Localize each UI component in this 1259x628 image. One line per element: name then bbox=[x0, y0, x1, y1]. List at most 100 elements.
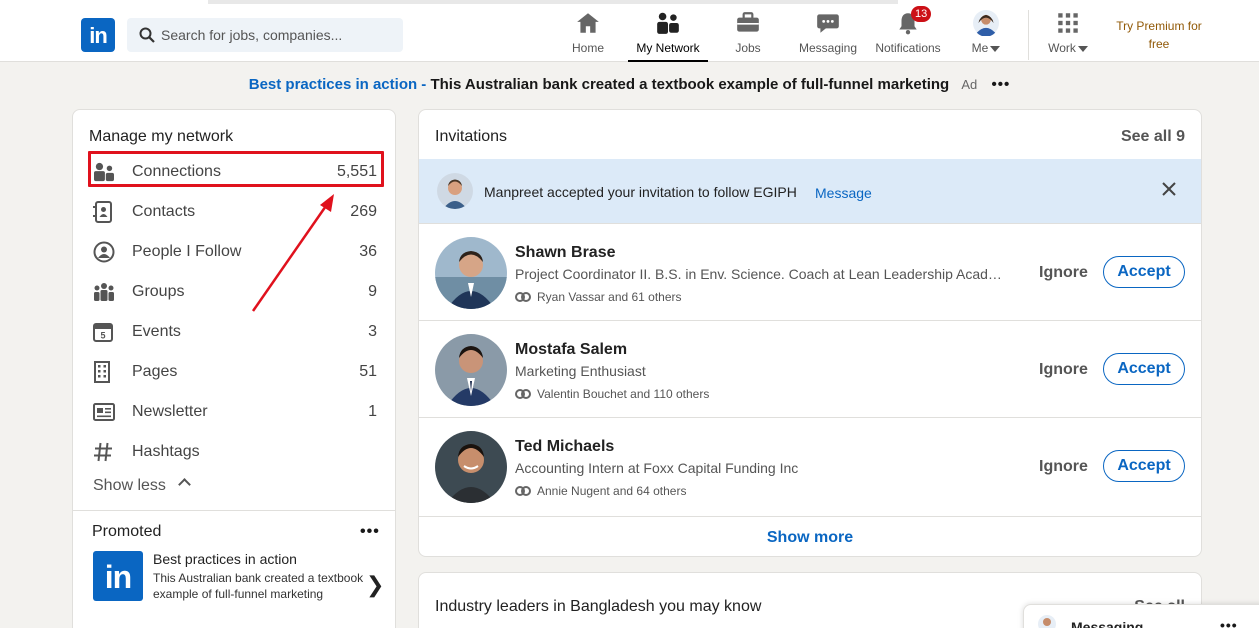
connections-icon bbox=[94, 162, 114, 182]
ignore-button[interactable]: Ignore bbox=[1039, 458, 1088, 476]
mutual-connections[interactable]: Annie Nugent and 64 others bbox=[515, 484, 686, 498]
notifications-bell: 13 bbox=[895, 6, 932, 36]
ignore-button[interactable]: Ignore bbox=[1039, 361, 1088, 379]
promoted-more-icon[interactable]: ••• bbox=[360, 523, 380, 541]
show-less-label: Show less bbox=[93, 477, 166, 494]
person-headline: Accounting Intern at Foxx Capital Fundin… bbox=[515, 460, 799, 476]
nav-messaging-label: Messaging bbox=[798, 41, 858, 55]
manage-network-title: Manage my network bbox=[89, 128, 234, 145]
mutual-connections-label: Valentin Bouchet and 110 others bbox=[537, 387, 710, 401]
home-icon bbox=[577, 13, 599, 33]
nav-notifications[interactable]: 13 Notifications bbox=[872, 6, 944, 62]
invitations-title: Invitations bbox=[435, 128, 508, 145]
see-all-invitations-link[interactable]: See all 9 bbox=[1121, 128, 1185, 146]
nav-me-label: Me bbox=[971, 41, 989, 55]
avatar[interactable] bbox=[435, 431, 507, 503]
messaging-icon bbox=[817, 14, 839, 33]
person-headline: Marketing Enthusiast bbox=[515, 363, 646, 379]
industry-leaders-title: Industry leaders in Bangladesh you may k… bbox=[435, 598, 762, 615]
try-premium-link[interactable]: Try Premium for free bbox=[1108, 17, 1210, 53]
network-item-hashtags[interactable]: Hashtags bbox=[89, 434, 383, 470]
network-item-count: 51 bbox=[359, 363, 377, 380]
network-item-count: 269 bbox=[350, 203, 377, 220]
accept-button[interactable]: Accept bbox=[1103, 353, 1185, 385]
ad-text[interactable]: This Australian bank created a textbook … bbox=[430, 76, 949, 93]
messaging-overlay-bar[interactable]: Messaging ••• bbox=[1023, 604, 1259, 628]
nav-me[interactable]: Me bbox=[968, 10, 1004, 62]
mutual-connections-icon bbox=[515, 292, 531, 302]
ad-link[interactable]: Best practices in action - bbox=[249, 76, 427, 93]
network-item-label: Pages bbox=[132, 363, 178, 380]
chevron-right-icon[interactable]: ❯ bbox=[366, 572, 384, 598]
invitation-row: Shawn Brase Project Coordinator II. B.S.… bbox=[419, 223, 1201, 320]
linkedin-logo-icon[interactable]: in bbox=[81, 18, 115, 52]
network-item-count: 3 bbox=[368, 323, 377, 340]
nav-jobs-label: Jobs bbox=[735, 41, 761, 55]
network-item-count: 36 bbox=[359, 243, 377, 260]
mutual-connections[interactable]: Valentin Bouchet and 110 others bbox=[515, 387, 709, 401]
top-ad-banner: Best practices in action - This Australi… bbox=[0, 76, 1259, 93]
nav-my-network[interactable]: My Network bbox=[628, 10, 708, 62]
network-item-count: 5,551 bbox=[336, 163, 377, 180]
promoted-ad-desc[interactable]: This Australian bank created a textbook … bbox=[153, 570, 368, 602]
card-divider bbox=[73, 510, 395, 511]
avatar[interactable] bbox=[435, 237, 507, 309]
show-less-button[interactable]: Show less bbox=[93, 477, 191, 495]
contacts-icon bbox=[93, 201, 112, 223]
nav-my-network-label: My Network bbox=[636, 41, 700, 55]
invitations-card: Invitations See all 9 Manpreet accepted … bbox=[418, 109, 1202, 557]
search-input[interactable] bbox=[161, 18, 397, 52]
network-item-label: Events bbox=[132, 323, 181, 340]
notice-text: Manpreet accepted your invitation to fol… bbox=[484, 184, 797, 200]
nav-jobs[interactable]: Jobs bbox=[728, 10, 768, 62]
person-name[interactable]: Shawn Brase bbox=[515, 244, 615, 262]
global-nav: in Home My Network Jobs Messaging 13 Not… bbox=[0, 0, 1259, 62]
grid-apps-icon bbox=[1058, 13, 1078, 33]
search-icon bbox=[139, 27, 155, 43]
chevron-up-icon bbox=[178, 478, 191, 491]
avatar bbox=[1038, 615, 1056, 628]
promoted-ad-title[interactable]: Best practices in action bbox=[153, 551, 297, 567]
accept-button[interactable]: Accept bbox=[1103, 256, 1185, 288]
network-item-label: Connections bbox=[132, 163, 221, 180]
person-name[interactable]: Ted Michaels bbox=[515, 438, 614, 456]
network-item-newsletter[interactable]: Newsletter 1 bbox=[89, 394, 383, 430]
notice-message-link[interactable]: Message bbox=[815, 185, 872, 201]
network-item-pages[interactable]: Pages 51 bbox=[89, 354, 383, 390]
nav-messaging[interactable]: Messaging bbox=[798, 10, 858, 62]
search-box[interactable] bbox=[127, 18, 403, 52]
avatar-photo-icon bbox=[435, 431, 507, 503]
invitation-row: Ted Michaels Accounting Intern at Foxx C… bbox=[419, 417, 1201, 514]
avatar-icon bbox=[1038, 615, 1056, 628]
mutual-connections-label: Ryan Vassar and 61 others bbox=[537, 290, 682, 304]
nav-work-label-wrap: Work bbox=[1044, 41, 1092, 55]
me-caret-icon bbox=[990, 45, 1001, 52]
events-icon: 5 bbox=[93, 323, 113, 342]
messaging-more-icon[interactable]: ••• bbox=[1220, 617, 1238, 628]
mutual-connections[interactable]: Ryan Vassar and 61 others bbox=[515, 290, 682, 304]
avatar[interactable] bbox=[435, 334, 507, 406]
person-name[interactable]: Mostafa Salem bbox=[515, 341, 627, 359]
nav-home[interactable]: Home bbox=[568, 10, 608, 62]
nav-me-label-wrap: Me bbox=[968, 41, 1004, 55]
nav-work-label: Work bbox=[1048, 41, 1076, 55]
network-item-label: Newsletter bbox=[132, 403, 208, 420]
person-headline: Project Coordinator II. B.S. in Env. Sci… bbox=[515, 266, 1005, 282]
ad-more-icon[interactable]: ••• bbox=[991, 76, 1010, 93]
messaging-bar-title: Messaging bbox=[1071, 619, 1144, 628]
events-icon-day: 5 bbox=[100, 331, 105, 341]
mutual-connections-icon bbox=[515, 486, 531, 496]
promoted-logo-icon[interactable]: in bbox=[93, 551, 143, 601]
avatar-icon bbox=[973, 10, 999, 36]
avatar[interactable] bbox=[437, 173, 473, 209]
avatar-photo-icon bbox=[435, 334, 507, 406]
nav-work[interactable]: Work bbox=[1044, 10, 1092, 62]
accept-button[interactable]: Accept bbox=[1103, 450, 1185, 482]
invitation-row: Mostafa Salem Marketing Enthusiast Valen… bbox=[419, 320, 1201, 417]
nav-divider bbox=[1028, 10, 1029, 60]
ad-tag: Ad bbox=[961, 77, 978, 92]
close-icon[interactable] bbox=[1161, 181, 1177, 197]
nav-notifications-label: Notifications bbox=[875, 41, 941, 55]
ignore-button[interactable]: Ignore bbox=[1039, 264, 1088, 282]
show-more-button[interactable]: Show more bbox=[419, 516, 1201, 556]
